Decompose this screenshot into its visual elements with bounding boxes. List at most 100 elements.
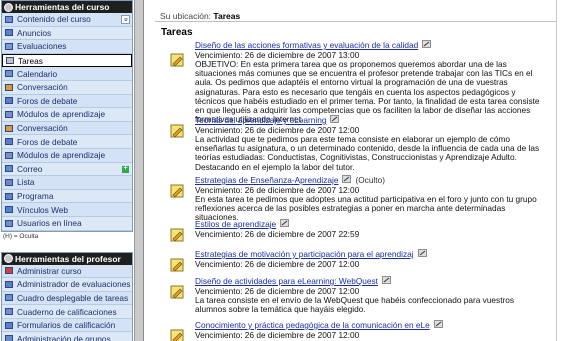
assignment-pencil-icon bbox=[170, 228, 185, 243]
teacher-tools-list: Administrar curso Administrador de evalua… bbox=[2, 264, 132, 341]
sidebar-item-label: Correo bbox=[17, 163, 43, 174]
task-item: Diseño de las acciones formativas y eval… bbox=[155, 40, 545, 124]
sidebar-item-roster[interactable]: Lista bbox=[2, 176, 132, 190]
sidebar-item-label: Conversación bbox=[17, 82, 68, 93]
group-manager-icon bbox=[4, 334, 14, 341]
sidebar-item-chat[interactable]: Conversación bbox=[2, 80, 132, 95]
sidebar-item-assessments[interactable]: Evaluaciones bbox=[2, 40, 132, 54]
edit-properties-icon[interactable] bbox=[433, 320, 443, 330]
discussion-icon bbox=[4, 96, 14, 105]
task-hidden-status: (Oculto) bbox=[355, 175, 385, 185]
task-due-date: Vencimiento: 26 de diciembre de 2007 12:… bbox=[195, 259, 360, 269]
sidebar-item-mail[interactable]: Correo + bbox=[2, 162, 132, 177]
calendar-icon bbox=[4, 69, 14, 78]
teacher-tools-panel: Herramientas del profesor Administrar cu… bbox=[1, 251, 133, 341]
sidebar-item-label: Calendario bbox=[17, 68, 58, 79]
sidebar-item-gradebook[interactable]: Cuaderno de calificaciones bbox=[2, 305, 132, 319]
task-title-link[interactable]: Teorías del aprendizaje y eLearning bbox=[195, 115, 326, 125]
sidebar-item-label: Foros de debate bbox=[17, 136, 78, 147]
teacher-tools-header: Herramientas del profesor bbox=[2, 252, 132, 265]
edit-properties-icon[interactable] bbox=[382, 276, 391, 286]
hidden-legend: (H) = Oculta bbox=[3, 232, 39, 240]
frame-divider[interactable] bbox=[134, 0, 144, 341]
task-due-date: Vencimiento: 26 de diciembre de 2007 12:… bbox=[195, 330, 360, 340]
course-tools-panel: Herramientas del curso Contenido del cur… bbox=[1, 0, 133, 232]
sidebar-item-learning-modules[interactable]: Módulos de aprendizaje bbox=[2, 108, 132, 122]
task-title-link[interactable]: Conocimiento y práctica pedagógica de la… bbox=[195, 320, 430, 330]
sidebar-item-content[interactable]: Contenido del curso » bbox=[2, 13, 132, 27]
mail-icon bbox=[4, 164, 14, 173]
chat-icon bbox=[4, 124, 14, 133]
sidebar-item-online-users[interactable]: Usuarios en línea bbox=[2, 216, 132, 231]
chevron-down-icon[interactable]: » bbox=[121, 15, 130, 24]
teacher-tools-title: Herramientas del profesor bbox=[15, 253, 121, 264]
assessments-icon bbox=[4, 42, 14, 51]
sidebar-item-syllabus[interactable]: Programa bbox=[2, 189, 132, 204]
task-description: La actividad que te pedimos para este te… bbox=[195, 134, 540, 172]
vertical-scrollbar[interactable] bbox=[556, 0, 566, 341]
sidebar-item-label: Anuncios bbox=[17, 27, 52, 38]
breadcrumb-current: Tareas bbox=[213, 11, 241, 21]
assignment-pencil-icon bbox=[170, 285, 185, 300]
assignments-icon bbox=[5, 56, 15, 65]
sidebar-item-assessment-manager[interactable]: Administrador de evaluaciones bbox=[2, 278, 132, 292]
sidebar-item-label: Lista bbox=[17, 177, 35, 188]
edit-properties-icon[interactable] bbox=[342, 175, 352, 185]
sidebar-item-label: Cuadro desplegable de tareas bbox=[17, 292, 129, 303]
course-tools-header: Herramientas del curso bbox=[2, 1, 132, 13]
sidebar-item-label: Módulos de aprendizaje bbox=[17, 109, 106, 120]
learning-modules-icon bbox=[4, 151, 14, 160]
sidebar-item-label: Administrador de evaluaciones bbox=[17, 279, 131, 290]
sidebar-item-learning-modules[interactable]: Módulos de aprendizaje bbox=[2, 148, 132, 163]
task-item: Conocimiento y práctica pedagógica de la… bbox=[155, 320, 443, 341]
sidebar-item-assignment-dropbox[interactable]: Cuadro desplegable de tareas bbox=[2, 291, 132, 306]
edit-properties-icon[interactable] bbox=[330, 115, 340, 125]
sidebar-item-label: Módulos de aprendizaje bbox=[17, 150, 106, 161]
sidebar-item-label: Formularios de calificación bbox=[17, 320, 116, 331]
breadcrumb-prefix: Su ubicación: bbox=[160, 11, 212, 21]
task-title-link[interactable]: Estrategias de Enseñanza-Aprendizaje bbox=[195, 175, 338, 185]
task-title-link[interactable]: Diseño de las acciones formativas y eval… bbox=[195, 40, 418, 50]
gradebook-icon bbox=[4, 307, 14, 316]
task-due-date: Vencimiento: 26 de diciembre de 2007 22:… bbox=[195, 229, 360, 239]
sidebar-item-discussion[interactable]: Foros de debate bbox=[2, 94, 132, 109]
page-title: Tareas bbox=[161, 27, 193, 38]
minus-circle-icon[interactable] bbox=[4, 254, 13, 263]
assignment-pencil-icon bbox=[170, 184, 185, 199]
task-title-link[interactable]: Estrategias de motivación y participació… bbox=[195, 249, 414, 259]
assignment-pencil-icon bbox=[170, 124, 185, 139]
sidebar-item-grading-forms[interactable]: Formularios de calificación bbox=[2, 318, 132, 333]
sidebar-item-label: Foros de debate bbox=[17, 95, 78, 106]
sidebar-item-calendar[interactable]: Calendario bbox=[2, 67, 132, 81]
chat-icon bbox=[4, 83, 14, 92]
edit-properties-icon[interactable] bbox=[422, 40, 432, 50]
sidebar-item-announcements[interactable]: Anuncios bbox=[2, 26, 132, 41]
sidebar-item-label: Vínculos Web bbox=[17, 204, 69, 215]
breadcrumb: Su ubicación: Tareas bbox=[155, 0, 556, 22]
sidebar-item-manage-course[interactable]: Administrar curso bbox=[2, 264, 132, 279]
sidebar-item-group-manager[interactable]: Administración de grupos bbox=[2, 332, 132, 341]
edit-properties-icon[interactable] bbox=[417, 249, 427, 259]
assignment-dropbox-icon bbox=[4, 293, 14, 302]
new-mail-icon[interactable]: + bbox=[122, 165, 129, 173]
minus-circle-icon[interactable] bbox=[4, 2, 13, 12]
assignment-pencil-icon bbox=[170, 53, 185, 68]
announcements-icon bbox=[4, 28, 14, 37]
task-item: Teorías del aprendizaje y eLearning Venci… bbox=[155, 115, 545, 172]
task-item: Estrategias de motivación y participació… bbox=[155, 249, 427, 272]
task-item: Estrategias de Enseñanza-Aprendizaje (Ocu… bbox=[155, 175, 545, 223]
discussion-icon bbox=[4, 137, 14, 146]
sidebar-item-assignments[interactable]: Tareas bbox=[2, 53, 132, 68]
sidebar-item-label: Evaluaciones bbox=[17, 41, 67, 52]
syllabus-icon bbox=[4, 192, 14, 201]
sidebar-item-label: Programa bbox=[17, 191, 54, 202]
task-title-link[interactable]: Diseño de actividades para eLearning: We… bbox=[195, 276, 378, 286]
assignment-pencil-icon bbox=[170, 258, 185, 273]
task-item: Diseño de actividades para eLearning: We… bbox=[155, 276, 545, 314]
edit-properties-icon[interactable] bbox=[280, 219, 290, 229]
sidebar-item-label: Conversación bbox=[17, 123, 68, 134]
sidebar-item-web-links[interactable]: Vínculos Web bbox=[2, 203, 132, 217]
sidebar-item-chat[interactable]: Conversación bbox=[2, 121, 132, 136]
task-title-link[interactable]: Estilos de aprendizaje bbox=[195, 219, 276, 229]
sidebar-item-discussion[interactable]: Foros de debate bbox=[2, 135, 132, 149]
